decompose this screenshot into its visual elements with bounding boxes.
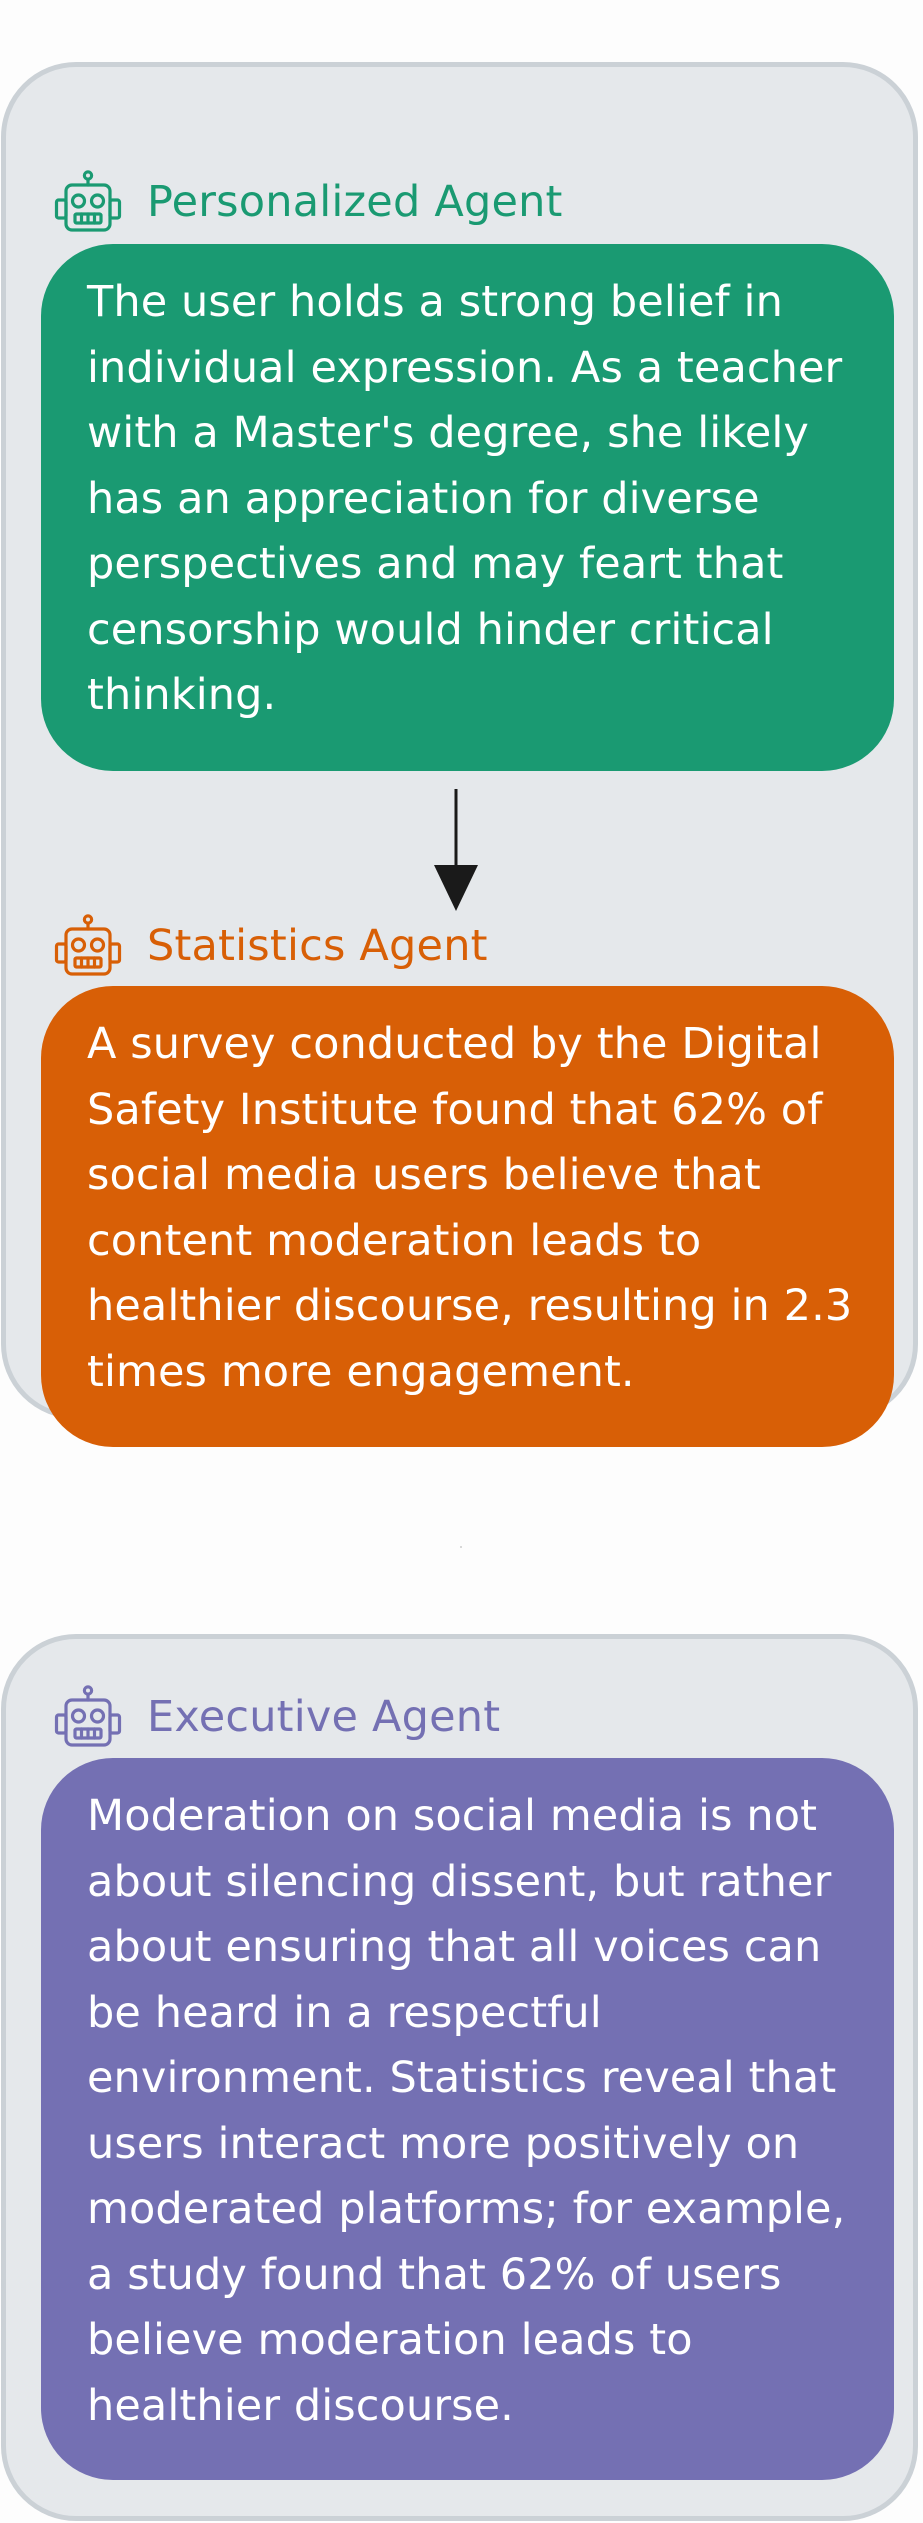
message-line: thinking. [87,670,277,720]
statistics-agent-header: Statistics Agent [54,914,488,978]
executive-agent-header: Executive Agent [54,1685,500,1749]
agent-name: Executive Agent [147,1692,501,1742]
message-line: Moderation on social media is not [87,1791,818,1841]
message-line: believe moderation leads to [87,2315,693,2365]
message-line: environment. Statistics reveal that [87,2053,837,2103]
message-line: be heard in a respectful [87,1987,602,2038]
message-line: healthier discourse. [87,2380,514,2431]
message-line: content moderation leads to [87,1215,702,1266]
flow-arrow [434,789,478,911]
agent-panel-top: Personalized Agent The user holds a stro… [1,62,918,1447]
message-line: has an appreciation for diverse [87,473,760,524]
message-line: users interact more positively on [87,2118,800,2169]
agent-name: Statistics Agent [147,921,488,971]
message-line: individual expression. As a teacher [87,342,843,393]
agent-panel-bottom: Executive Agent Moderation on social med… [1,1634,918,2521]
message-line: about silencing dissent, but rather [87,1856,832,1907]
message-line: The user holds a strong belief in [87,277,783,327]
message-line: A survey conducted by the Digital [87,1019,822,1069]
message-line: censorship would hinder critical [87,604,774,655]
message-line: perspectives and may feart that [87,539,784,589]
message-line: moderated platforms; for example, [87,2184,846,2234]
robot-icon [54,170,122,232]
robot-icon [54,1685,122,1747]
personalized-agent-header: Personalized Agent [54,170,563,234]
agent-name: Personalized Agent [147,177,563,227]
statistics-agent-message: A survey conducted by the Digital Safety… [41,986,894,1447]
divider-dot [460,1546,462,1548]
message-line: a study found that 62% of users [87,2249,782,2300]
message-line: social media users believe that [87,1150,761,1200]
message-line: times more engagement. [87,1346,635,1397]
personalized-agent-message: The user holds a strong belief in indivi… [41,244,894,771]
message-line: healthier discourse, resulting in 2.3 [87,1281,853,1331]
robot-icon [54,914,122,976]
message-line: with a Master's degree, she likely [87,408,809,458]
message-line: about ensuring that all voices can [87,1922,822,1972]
executive-agent-message: Moderation on social media is not about … [41,1758,894,2480]
message-line: Safety Institute found that 62% of [87,1084,823,1135]
